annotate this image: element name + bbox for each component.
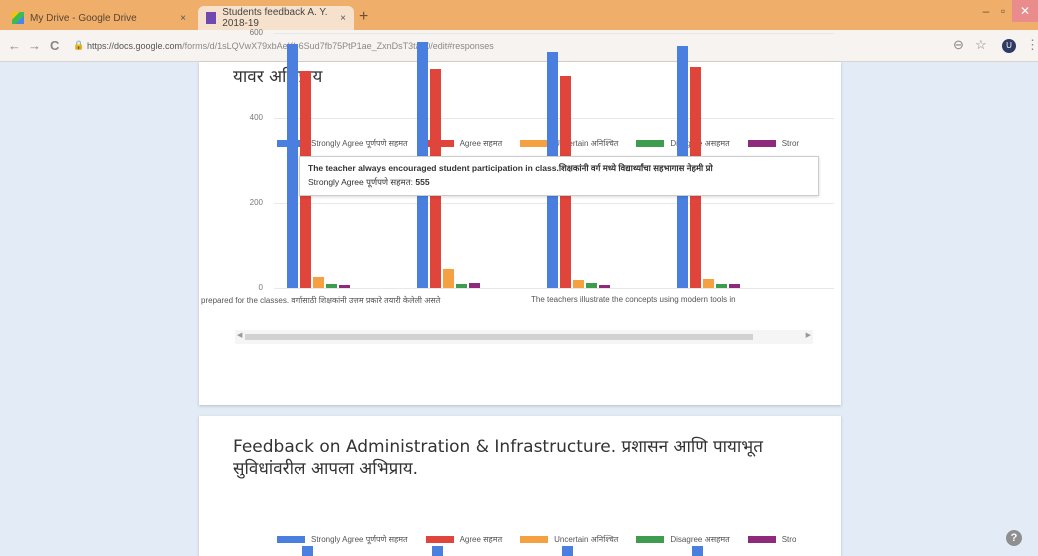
tooltip-question: The teacher always encouraged student pa… [308, 163, 713, 173]
bar[interactable] [469, 282, 480, 288]
legend-label: Agree सहमत [459, 535, 503, 544]
y-tick-label: 0 [258, 283, 263, 292]
gridline [274, 33, 834, 34]
legend-item: Disagree असहमत [636, 534, 730, 545]
legend-item: Strongly Agree पूर्णपणे सहमत [277, 534, 408, 545]
avatar[interactable]: U [1002, 39, 1016, 53]
section-title-line-2: सुविधांवरील आपला अभिप्राय. [233, 459, 418, 479]
tab-strip: My Drive - Google Drive × Students feedb… [0, 0, 1038, 30]
tab-title: Students feedback A. Y. 2018-19 [222, 7, 328, 29]
bar[interactable] [573, 279, 584, 288]
bar[interactable] [729, 283, 740, 288]
legend-label: Uncertain अनिश्चित [554, 535, 619, 544]
x-tick-label: The teachers illustrate the concepts usi… [531, 295, 736, 304]
url-path: /forms/d/1sLQVwX79xbAeKl-6Sud7fb75PtP1ae… [182, 41, 494, 51]
tab-students-feedback[interactable]: Students feedback A. Y. 2018-19 × [198, 6, 354, 30]
legend-item: Agree सहमत [425, 534, 503, 545]
tab-my-drive[interactable]: My Drive - Google Drive × [4, 6, 194, 30]
legend-label: Disagree असहमत [670, 535, 730, 544]
legend-item: Uncertain अनिश्चित [520, 534, 618, 545]
tooltip-series-label: Strongly Agree पूर्णपणे सहमत: [308, 177, 413, 187]
legend-swatch [747, 140, 776, 147]
menu-icon[interactable]: ⋮ [1026, 37, 1038, 53]
legend-label: Strongly Agree पूर्णपणे सहमत [311, 139, 408, 148]
gridline [274, 288, 834, 289]
bar[interactable] [716, 283, 727, 288]
bar[interactable] [302, 546, 313, 556]
forward-icon[interactable]: → [28, 38, 41, 53]
legend-swatch [520, 536, 549, 543]
y-tick-label: 600 [249, 28, 263, 37]
bar[interactable] [313, 277, 324, 288]
question-card-2: Feedback on Administration & Infrastruct… [199, 416, 841, 556]
zoom-icon[interactable]: ⊖ [953, 37, 964, 53]
chart-tooltip: The teacher always encouraged student pa… [299, 156, 819, 196]
y-tick-label: 400 [249, 113, 263, 122]
bar[interactable] [456, 283, 467, 288]
question-card-1: यावर अभिप्राय Strongly Agree पूर्णपणे सह… [199, 28, 841, 405]
legend-item: Stro [747, 535, 797, 544]
legend-swatch [277, 536, 305, 543]
maximize-button[interactable]: ▫ [994, 0, 1012, 22]
bar[interactable] [287, 43, 298, 288]
section-title-line-1: Feedback on Administration & Infrastruct… [233, 437, 763, 457]
reload-icon[interactable]: C [50, 38, 59, 53]
minimize-button[interactable]: – [976, 0, 996, 22]
bar[interactable] [339, 284, 350, 288]
url-host: https://docs.google.com [87, 41, 183, 51]
tooltip-value-line: Strongly Agree पूर्णपणे सहमत: 555 [308, 177, 810, 188]
lock-icon: 🔒 [73, 40, 85, 50]
bar[interactable] [326, 283, 337, 288]
help-icon[interactable]: ? [1006, 530, 1022, 546]
back-icon[interactable]: ← [8, 38, 21, 53]
legend-label: Stro [781, 535, 797, 544]
tooltip-value: 555 [415, 177, 430, 187]
bar[interactable] [599, 285, 610, 288]
new-tab-button[interactable]: + [359, 8, 368, 26]
legend-swatch [425, 536, 454, 543]
drive-icon [12, 12, 24, 24]
close-window-button[interactable]: ✕ [1012, 0, 1038, 22]
legend-swatch [636, 140, 665, 147]
bar[interactable] [586, 282, 597, 288]
close-tab-icon[interactable]: × [340, 13, 346, 24]
x-tick-label: prepared for the classes. वर्गासाठी शिक्… [201, 296, 441, 305]
scrollbar-thumb[interactable] [245, 334, 753, 340]
bar[interactable] [703, 278, 714, 288]
scroll-left-icon[interactable]: ◀ [237, 331, 242, 339]
tab-title: My Drive - Google Drive [30, 12, 137, 24]
chart-legend-2: Strongly Agree पूर्णपणे सहमत Agree सहमत Un… [277, 534, 814, 545]
legend-label: Strongly Agree पूर्णपणे सहमत [311, 535, 408, 544]
scroll-right-icon[interactable]: ▶ [806, 331, 811, 339]
bookmark-star-icon[interactable]: ☆ [975, 37, 987, 53]
browser-toolbar: ← → C 🔒 https://docs.google.com/forms/d/… [0, 30, 1038, 62]
legend-label: Agree सहमत [459, 139, 503, 148]
legend-swatch [520, 140, 549, 147]
section-title: Feedback on Administration & Infrastruct… [233, 436, 763, 480]
bar[interactable] [562, 546, 573, 556]
close-tab-icon[interactable]: × [180, 13, 186, 24]
y-tick-label: 200 [249, 198, 263, 207]
forms-icon [206, 12, 217, 24]
legend-item: Stror [747, 139, 800, 148]
chart-scrollbar[interactable]: ◀ ▶ [235, 330, 813, 344]
bar[interactable] [443, 268, 454, 288]
bar[interactable] [692, 546, 703, 556]
legend-swatch [747, 536, 776, 543]
legend-label: Stror [781, 139, 800, 148]
bar[interactable] [432, 546, 443, 556]
legend-swatch [636, 536, 665, 543]
